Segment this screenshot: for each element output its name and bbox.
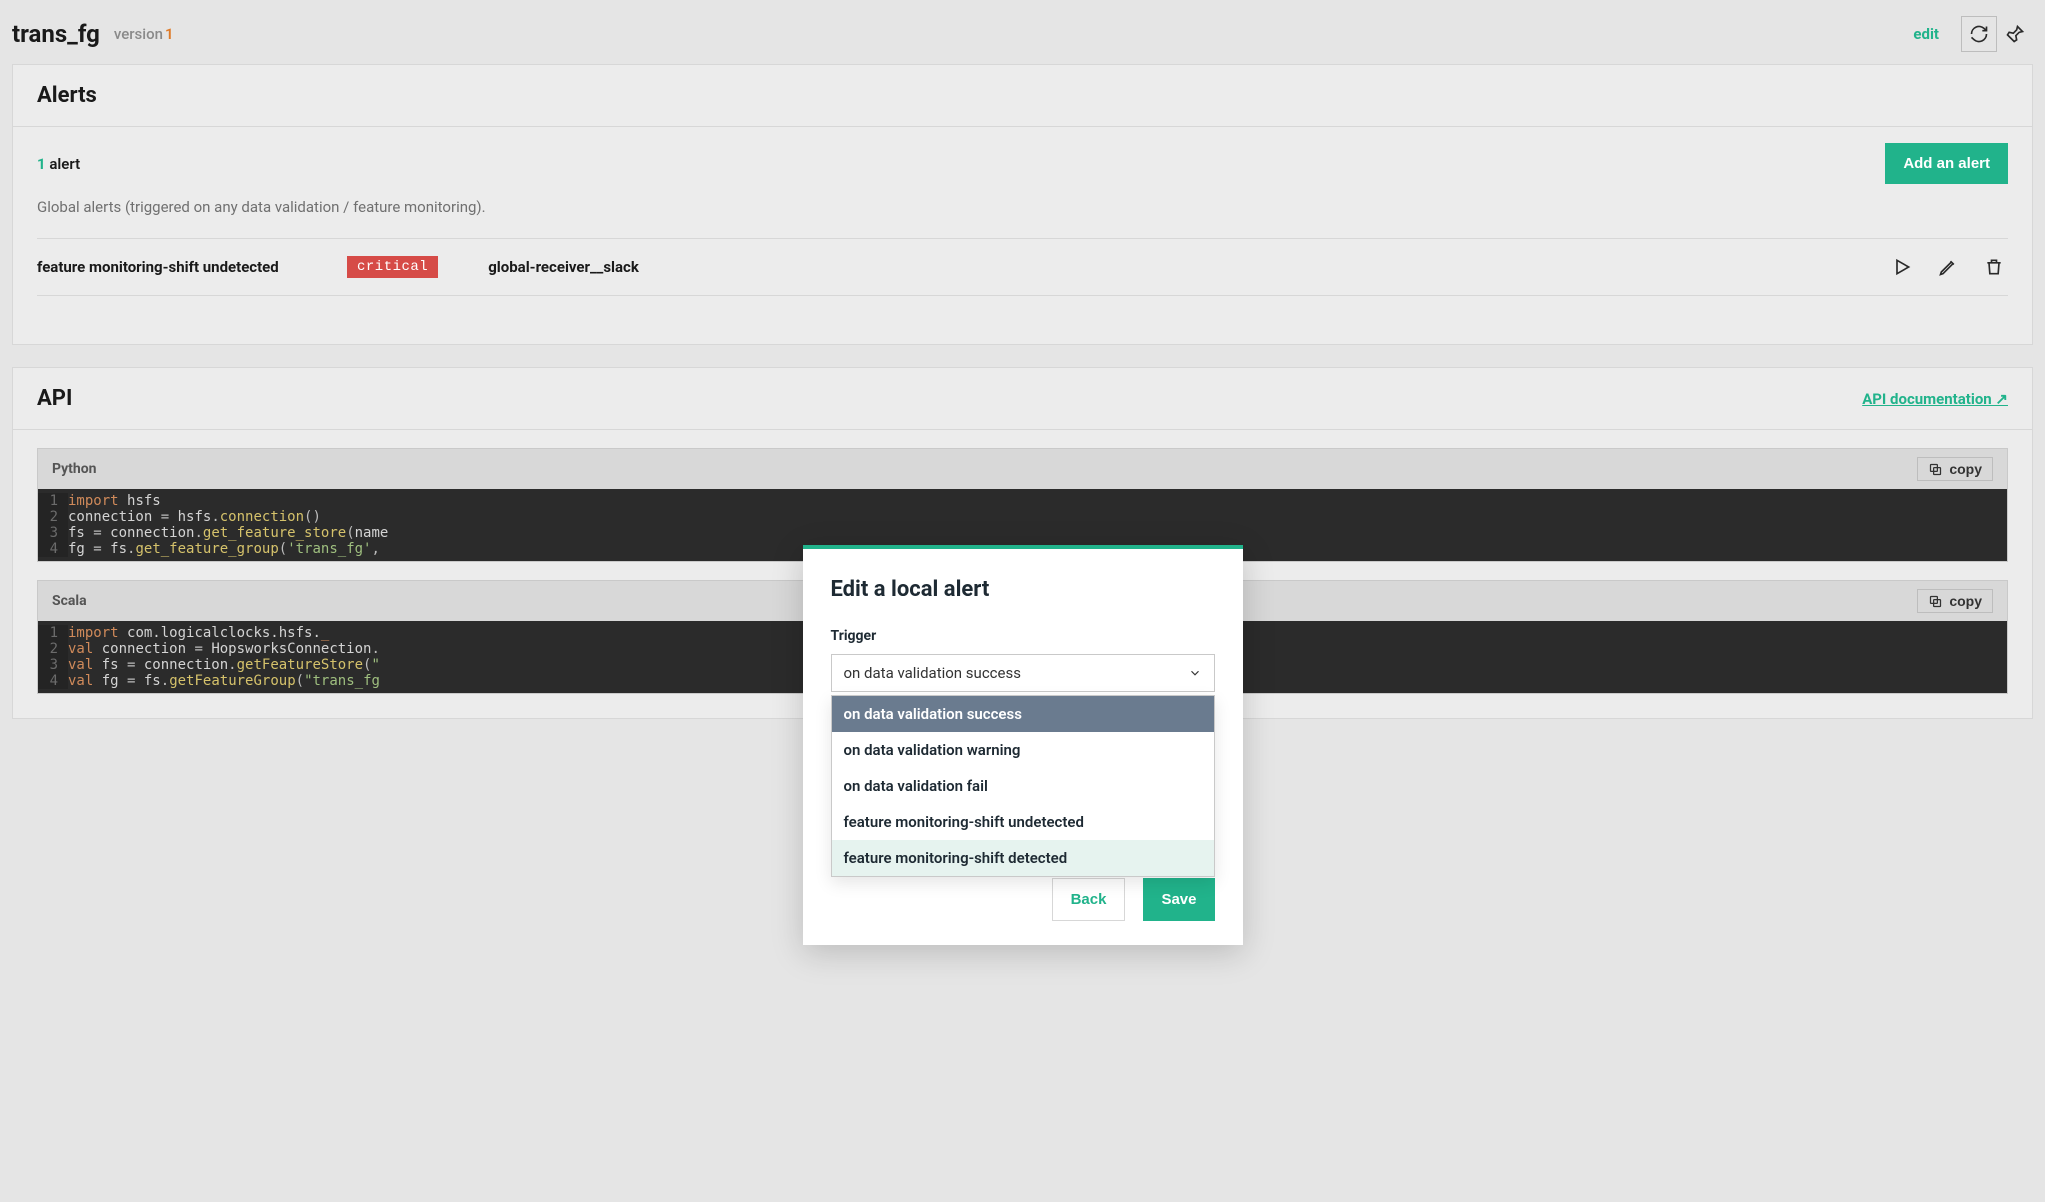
page-title: trans_fg	[12, 20, 100, 48]
trigger-selected-value: on data validation success	[844, 664, 1021, 682]
alerts-hint: Global alerts (triggered on any data val…	[37, 198, 2008, 216]
save-button[interactable]: Save	[1143, 878, 1214, 921]
pin-button[interactable]	[1997, 16, 2033, 52]
line-number: 2	[38, 641, 68, 657]
line-number: 4	[38, 673, 68, 689]
pencil-icon	[1938, 257, 1958, 277]
alerts-title: Alerts	[37, 83, 2008, 108]
version-number: 1	[165, 25, 174, 43]
dropdown-option[interactable]: feature monitoring-shift undetected	[832, 804, 1214, 840]
play-icon	[1892, 257, 1912, 277]
delete-alert-button[interactable]	[1980, 253, 2008, 281]
refresh-icon	[1969, 24, 1989, 44]
api-title: API	[37, 386, 72, 411]
api-doc-link[interactable]: API documentation ↗	[1862, 390, 2008, 408]
copy-icon	[1928, 594, 1943, 609]
alert-row: feature monitoring-shift undetected crit…	[37, 238, 2008, 296]
alert-count: 1 alert	[37, 155, 80, 173]
line-number: 3	[38, 525, 68, 541]
line-number: 1	[38, 625, 68, 641]
trigger-label: Trigger	[831, 628, 1215, 644]
edit-link[interactable]: edit	[1913, 25, 1939, 43]
add-alert-button[interactable]: Add an alert	[1885, 143, 2008, 184]
edit-alert-modal: Edit a local alert Trigger on data valid…	[803, 545, 1243, 945]
line-number: 3	[38, 657, 68, 673]
alert-count-number: 1	[37, 155, 46, 173]
line-number: 1	[38, 493, 68, 509]
modal-title: Edit a local alert	[831, 577, 1215, 602]
refresh-button[interactable]	[1961, 16, 1997, 52]
trigger-dropdown: on data validation successon data valida…	[831, 695, 1215, 877]
dropdown-option[interactable]: feature monitoring-shift detected	[832, 840, 1214, 876]
trigger-select[interactable]: on data validation success on data valid…	[831, 654, 1215, 692]
copy-button[interactable]: copy	[1917, 589, 1993, 613]
copy-button[interactable]: copy	[1917, 457, 1993, 481]
version-label: version	[114, 25, 163, 43]
dropdown-option[interactable]: on data validation fail	[832, 768, 1214, 804]
run-alert-button[interactable]	[1888, 253, 1916, 281]
alert-count-word: alert	[49, 155, 80, 173]
code-lang-label: Python	[52, 461, 97, 477]
alert-name: feature monitoring-shift undetected	[37, 258, 327, 276]
dropdown-option[interactable]: on data validation warning	[832, 732, 1214, 768]
copy-icon	[1928, 462, 1943, 477]
alerts-card: Alerts 1 alert Add an alert Global alert…	[12, 64, 2033, 345]
page-header: trans_fg version 1 edit	[12, 12, 2033, 64]
severity-badge: critical	[347, 256, 438, 278]
code-lang-label: Scala	[52, 593, 87, 609]
chevron-down-icon	[1188, 666, 1202, 680]
pin-icon	[2005, 24, 2025, 44]
line-number: 4	[38, 541, 68, 557]
dropdown-option[interactable]: on data validation success	[832, 696, 1214, 732]
alert-receiver: global-receiver__slack	[488, 258, 639, 276]
line-number: 2	[38, 509, 68, 525]
edit-alert-button[interactable]	[1934, 253, 1962, 281]
back-button[interactable]: Back	[1052, 878, 1126, 921]
trash-icon	[1984, 257, 2004, 277]
